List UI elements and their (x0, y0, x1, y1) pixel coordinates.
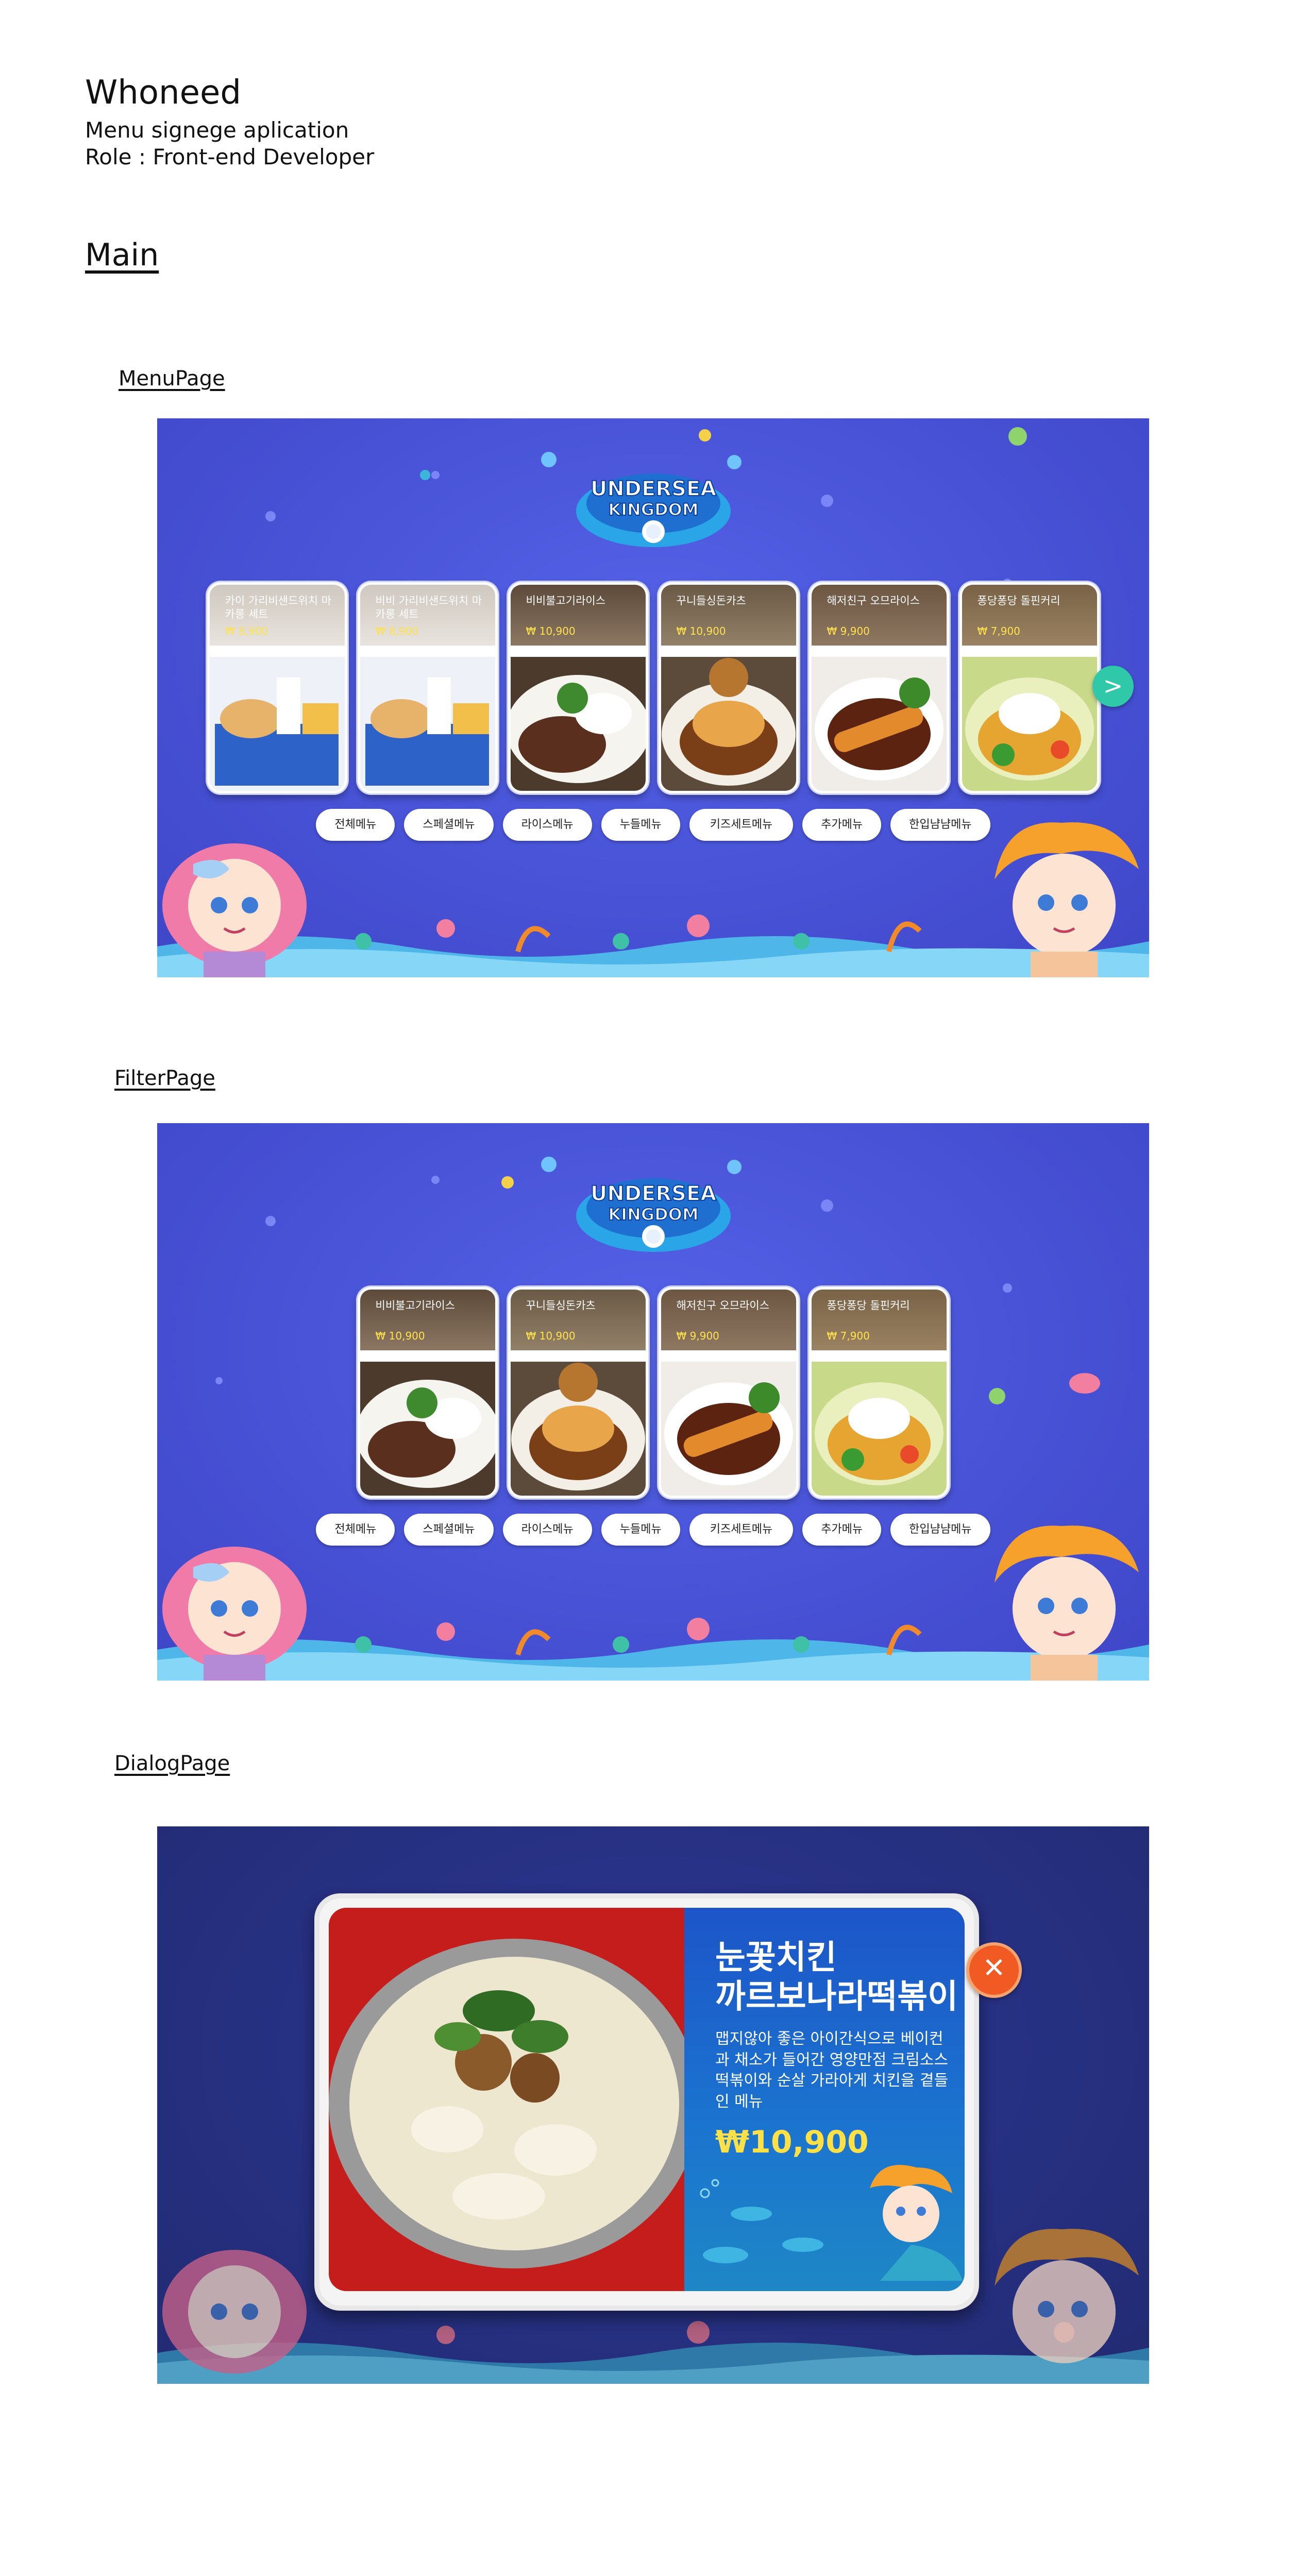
category-extra-button[interactable]: 추가메뉴 (802, 809, 882, 841)
menu-card-name: 해저친구 오므라이스 (827, 595, 920, 607)
food-photo (811, 657, 947, 791)
menu-card-name: 비비 가리비샌드위치 마카롱 세트 (375, 595, 482, 621)
dish-photo (329, 1908, 684, 2291)
category-extra-button[interactable]: 추가메뉴 (802, 1514, 882, 1546)
menu-card-name: 퐁당퐁당 돌핀커리 (977, 595, 1060, 607)
app-title: Whoneed (85, 74, 241, 112)
menu-card-name: 비비불고기라이스 (526, 595, 606, 607)
filtered-card-list: 비비불고기라이스 ₩ 10,900 꾸니들싱돈카츠 ₩ 10,900 해저친구 … (157, 1287, 1149, 1498)
menu-card[interactable]: 카이 가리비샌드위치 마카롱 세트 ₩ 8,900 (207, 582, 347, 793)
category-special-button[interactable]: 스페셜메뉴 (404, 809, 494, 841)
svg-text:KINGDOM: KINGDOM (608, 500, 698, 519)
dish-description: 맵지않아 좋은 아이간식으로 베이컨과 채소가 들어간 영양만점 크림소스 떡볶… (715, 2030, 949, 2111)
category-all-button[interactable]: 전체메뉴 (316, 1514, 395, 1546)
svg-text:UNDERSEA: UNDERSEA (590, 1182, 716, 1206)
category-kids-set-button[interactable]: 키즈세트메뉴 (689, 1514, 794, 1546)
menu-page-screen: UNDERSEA KINGDOM 카이 가리비샌드위치 마카롱 세트 ₩ 8,9… (157, 418, 1149, 977)
category-all-button[interactable]: 전체메뉴 (316, 809, 395, 841)
dish-title-line1: 눈꽃치킨 (715, 1939, 837, 1977)
menu-card-name: 꾸니들싱돈카츠 (526, 1299, 596, 1312)
next-page-button[interactable]: > (1092, 666, 1134, 707)
menu-card[interactable]: 퐁당퐁당 돌핀커리 ₩ 7,900 (808, 1287, 949, 1498)
food-photo (209, 657, 345, 791)
menu-card-price: ₩ 9,900 (827, 625, 870, 637)
food-photo (661, 1362, 796, 1496)
dish-title-line2: 까르보나라떡볶이 (715, 1977, 958, 2016)
menu-card-price: ₩ 8,900 (375, 625, 418, 637)
section-heading: Main (85, 237, 159, 273)
food-photo (510, 657, 646, 791)
undersea-kingdom-logo: UNDERSEA KINGDOM (576, 473, 731, 547)
dish-title: 눈꽃치킨 까르보나라떡볶이 (715, 1939, 958, 2016)
food-photo (510, 1362, 646, 1496)
merman-character (995, 822, 1139, 977)
mermaid-character (162, 2250, 307, 2374)
close-icon: ✕ (982, 1952, 1006, 1984)
menu-page-label: MenuPage (119, 367, 225, 391)
filter-page-label: FilterPage (114, 1066, 215, 1090)
category-noodle-button[interactable]: 누들메뉴 (601, 809, 680, 841)
dish-info-panel: 눈꽃치킨 까르보나라떡볶이 맵지않아 좋은 아이간식으로 베이컨과 채소가 들어… (684, 1908, 965, 2291)
menu-card-price: ₩ 9,900 (676, 1330, 719, 1342)
menu-card-name: 꾸니들싱돈카츠 (676, 595, 746, 607)
menu-card[interactable]: 해저친구 오므라이스 ₩ 9,900 (658, 1287, 799, 1498)
close-dialog-button[interactable]: ✕ (966, 1942, 1022, 1998)
food-photo (360, 1362, 495, 1496)
mermaid-character (162, 1547, 307, 1681)
menu-card[interactable]: 해저친구 오므라이스 ₩ 9,900 (808, 582, 949, 793)
menu-card[interactable]: 꾸니들싱돈카츠 ₩ 10,900 (508, 1287, 648, 1498)
app-subtitle: Menu signege aplication (85, 117, 349, 143)
menu-card-price: ₩ 7,900 (827, 1330, 870, 1342)
menu-card-name: 카이 가리비샌드위치 마카롱 세트 (225, 595, 332, 621)
menu-detail-dialog: 눈꽃치킨 까르보나라떡볶이 맵지않아 좋은 아이간식으로 베이컨과 채소가 들어… (314, 1893, 979, 2311)
chevron-right-icon: > (1103, 672, 1123, 700)
filter-page-screen: UNDERSEA KINGDOM 비비불고기라이스 ₩ 10,900 꾸니들싱돈… (157, 1123, 1149, 1681)
menu-card-price: ₩ 10,900 (375, 1330, 425, 1342)
svg-text:UNDERSEA: UNDERSEA (590, 477, 716, 501)
dialog-page-label: DialogPage (114, 1752, 230, 1775)
menu-card[interactable]: 퐁당퐁당 돌핀커리 ₩ 7,900 (959, 582, 1100, 793)
menu-card-price: ₩ 8,900 (225, 625, 268, 637)
menu-card[interactable]: 비비 가리비샌드위치 마카롱 세트 ₩ 8,900 (357, 582, 498, 793)
food-photo (661, 657, 796, 791)
menu-detail-dialog-wrapper: 눈꽃치킨 까르보나라떡볶이 맵지않아 좋은 아이간식으로 베이컨과 채소가 들어… (314, 1893, 1022, 2311)
app-role: Role : Front-end Developer (85, 144, 375, 170)
food-photo (811, 1362, 947, 1496)
menu-card-list: 카이 가리비샌드위치 마카롱 세트 ₩ 8,900 비비 가리비샌드위치 마카롱… (157, 582, 1149, 793)
category-special-button[interactable]: 스페셜메뉴 (404, 1514, 494, 1546)
menu-card[interactable]: 비비불고기라이스 ₩ 10,900 (357, 1287, 498, 1498)
food-photo (360, 657, 495, 791)
menu-card-price: ₩ 10,900 (526, 625, 576, 637)
dialog-page-screen: 눈꽃치킨 까르보나라떡볶이 맵지않아 좋은 아이간식으로 베이컨과 채소가 들어… (157, 1826, 1149, 2384)
category-rice-button[interactable]: 라이스메뉴 (502, 1514, 592, 1546)
merman-character (995, 1526, 1139, 1681)
mermaid-character (162, 843, 307, 977)
menu-card-name: 퐁당퐁당 돌핀커리 (827, 1299, 910, 1312)
menu-card-price: ₩ 7,900 (977, 625, 1020, 637)
category-noodle-button[interactable]: 누들메뉴 (601, 1514, 680, 1546)
menu-card-price: ₩ 10,900 (676, 625, 726, 637)
category-kids-set-button[interactable]: 키즈세트메뉴 (689, 809, 794, 841)
menu-card-name: 해저친구 오므라이스 (676, 1299, 770, 1312)
menu-card-name: 비비불고기라이스 (375, 1299, 456, 1312)
category-rice-button[interactable]: 라이스메뉴 (502, 809, 592, 841)
dish-price: ₩10,900 (715, 2124, 869, 2160)
food-photo (962, 657, 1097, 791)
svg-text:KINGDOM: KINGDOM (608, 1205, 698, 1224)
menu-card[interactable]: 비비불고기라이스 ₩ 10,900 (508, 582, 648, 793)
sea-illustration (700, 2165, 963, 2281)
undersea-kingdom-logo: UNDERSEA KINGDOM (576, 1178, 731, 1252)
menu-card[interactable]: 꾸니들싱돈카츠 ₩ 10,900 (658, 582, 799, 793)
merman-character (995, 2229, 1139, 2363)
menu-card-price: ₩ 10,900 (526, 1330, 576, 1342)
